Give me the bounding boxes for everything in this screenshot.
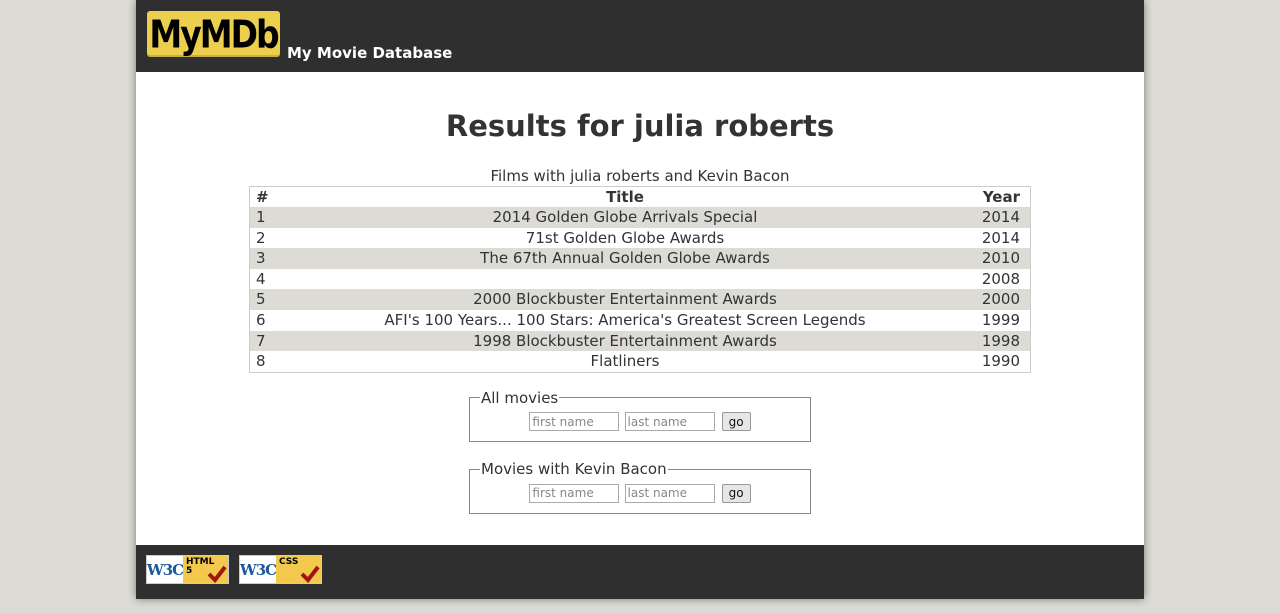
- badge-tag-text: CSS: [279, 557, 299, 567]
- row-title: 2000 Blockbuster Entertainment Awards: [473, 290, 777, 309]
- row-title: [286, 269, 964, 290]
- table-row: 2 71st Golden Globe Awards 2014: [250, 228, 1031, 249]
- search-kevin-bacon-form: Movies with Kevin Bacon go: [469, 460, 811, 514]
- checkmark-icon: [300, 565, 320, 583]
- row-year: 2014: [981, 208, 1020, 226]
- page-title: Results for julia roberts: [445, 109, 835, 143]
- first-name-input[interactable]: [529, 483, 620, 503]
- search-kevin-legend: Movies with Kevin Bacon: [481, 460, 667, 479]
- table-row: 3 The 67th Annual Golden Globe Awards 2010: [249, 248, 1031, 269]
- go-button[interactable]: go: [721, 412, 751, 432]
- checkmark-icon: [207, 565, 227, 583]
- row-title: Flatliners: [590, 352, 660, 371]
- footer: W3C HTML 5 W3C CSS: [136, 545, 1144, 599]
- row-year: 2000: [981, 290, 1020, 309]
- badge-tag: HTML 5: [183, 556, 228, 583]
- logo-text: MyMDb: [149, 11, 279, 57]
- table-row: 8 Flatliners 1990: [250, 351, 1031, 372]
- table-row: 6 AFI's 100 Years... 100 Stars: America's…: [250, 310, 1031, 331]
- results-table: Films with julia roberts and Kevin Bacon…: [249, 166, 1031, 373]
- column-header-year: Year: [982, 188, 1020, 206]
- row-year: 2010: [981, 249, 1020, 268]
- row-year: 2008: [981, 269, 1020, 288]
- table-row: 5 2000 Blockbuster Entertainment Awards 20…: [249, 289, 1031, 310]
- w3c-html5-badge[interactable]: W3C HTML 5: [146, 555, 229, 584]
- column-header-num: #: [256, 188, 269, 206]
- row-year: 1998: [981, 331, 1020, 350]
- row-title: The 67th Annual Golden Globe Awards: [480, 249, 770, 268]
- row-number: 3: [256, 249, 266, 268]
- page-container: MyMDb My Movie Database Results for juli…: [136, 0, 1144, 599]
- badge-sub-text: 5: [186, 566, 193, 576]
- row-title: 1998 Blockbuster Entertainment Awards: [473, 331, 777, 350]
- badge-tag: CSS: [276, 556, 321, 583]
- last-name-input[interactable]: [624, 483, 715, 503]
- site-name: My Movie Database: [287, 44, 453, 62]
- first-name-input[interactable]: [529, 412, 620, 432]
- row-number: 8: [256, 352, 266, 371]
- row-year: 1990: [981, 352, 1020, 371]
- row-number: 7: [256, 331, 266, 350]
- row-number: 5: [256, 290, 266, 309]
- row-number: 2: [256, 228, 266, 247]
- table-header-row: # Title Year: [250, 187, 1031, 208]
- row-number: 6: [256, 310, 266, 329]
- row-title: 71st Golden Globe Awards: [525, 228, 725, 247]
- last-name-input[interactable]: [624, 412, 715, 432]
- table-row: 7 1998 Blockbuster Entertainment Awards 19…: [249, 330, 1031, 352]
- search-all-movies-form: All movies go: [469, 388, 811, 443]
- row-year: 2014: [981, 228, 1020, 247]
- row-title: 2014 Golden Globe Arrivals Special: [492, 208, 758, 226]
- banner: MyMDb My Movie Database: [136, 0, 1144, 72]
- w3c-css-badge[interactable]: W3C CSS: [239, 555, 322, 584]
- table-row: 4 2008: [250, 269, 1031, 290]
- search-all-legend: All movies: [481, 388, 559, 407]
- main-content: Results for julia roberts Films with jul…: [136, 72, 1144, 514]
- w3c-logo: W3C: [147, 556, 184, 583]
- column-header-title: Title: [606, 188, 644, 206]
- go-button[interactable]: go: [721, 483, 751, 503]
- mymdb-logo[interactable]: MyMDb: [147, 11, 280, 57]
- table-caption: Films with julia roberts and Kevin Bacon: [490, 167, 790, 185]
- row-number: 1: [256, 208, 266, 226]
- row-year: 1999: [981, 310, 1020, 329]
- table-row: 1 2014 Golden Globe Arrivals Special 2014: [249, 207, 1031, 228]
- w3c-logo: W3C: [240, 556, 277, 583]
- row-title: AFI's 100 Years... 100 Stars: America's …: [384, 310, 866, 329]
- row-number: 4: [256, 269, 266, 288]
